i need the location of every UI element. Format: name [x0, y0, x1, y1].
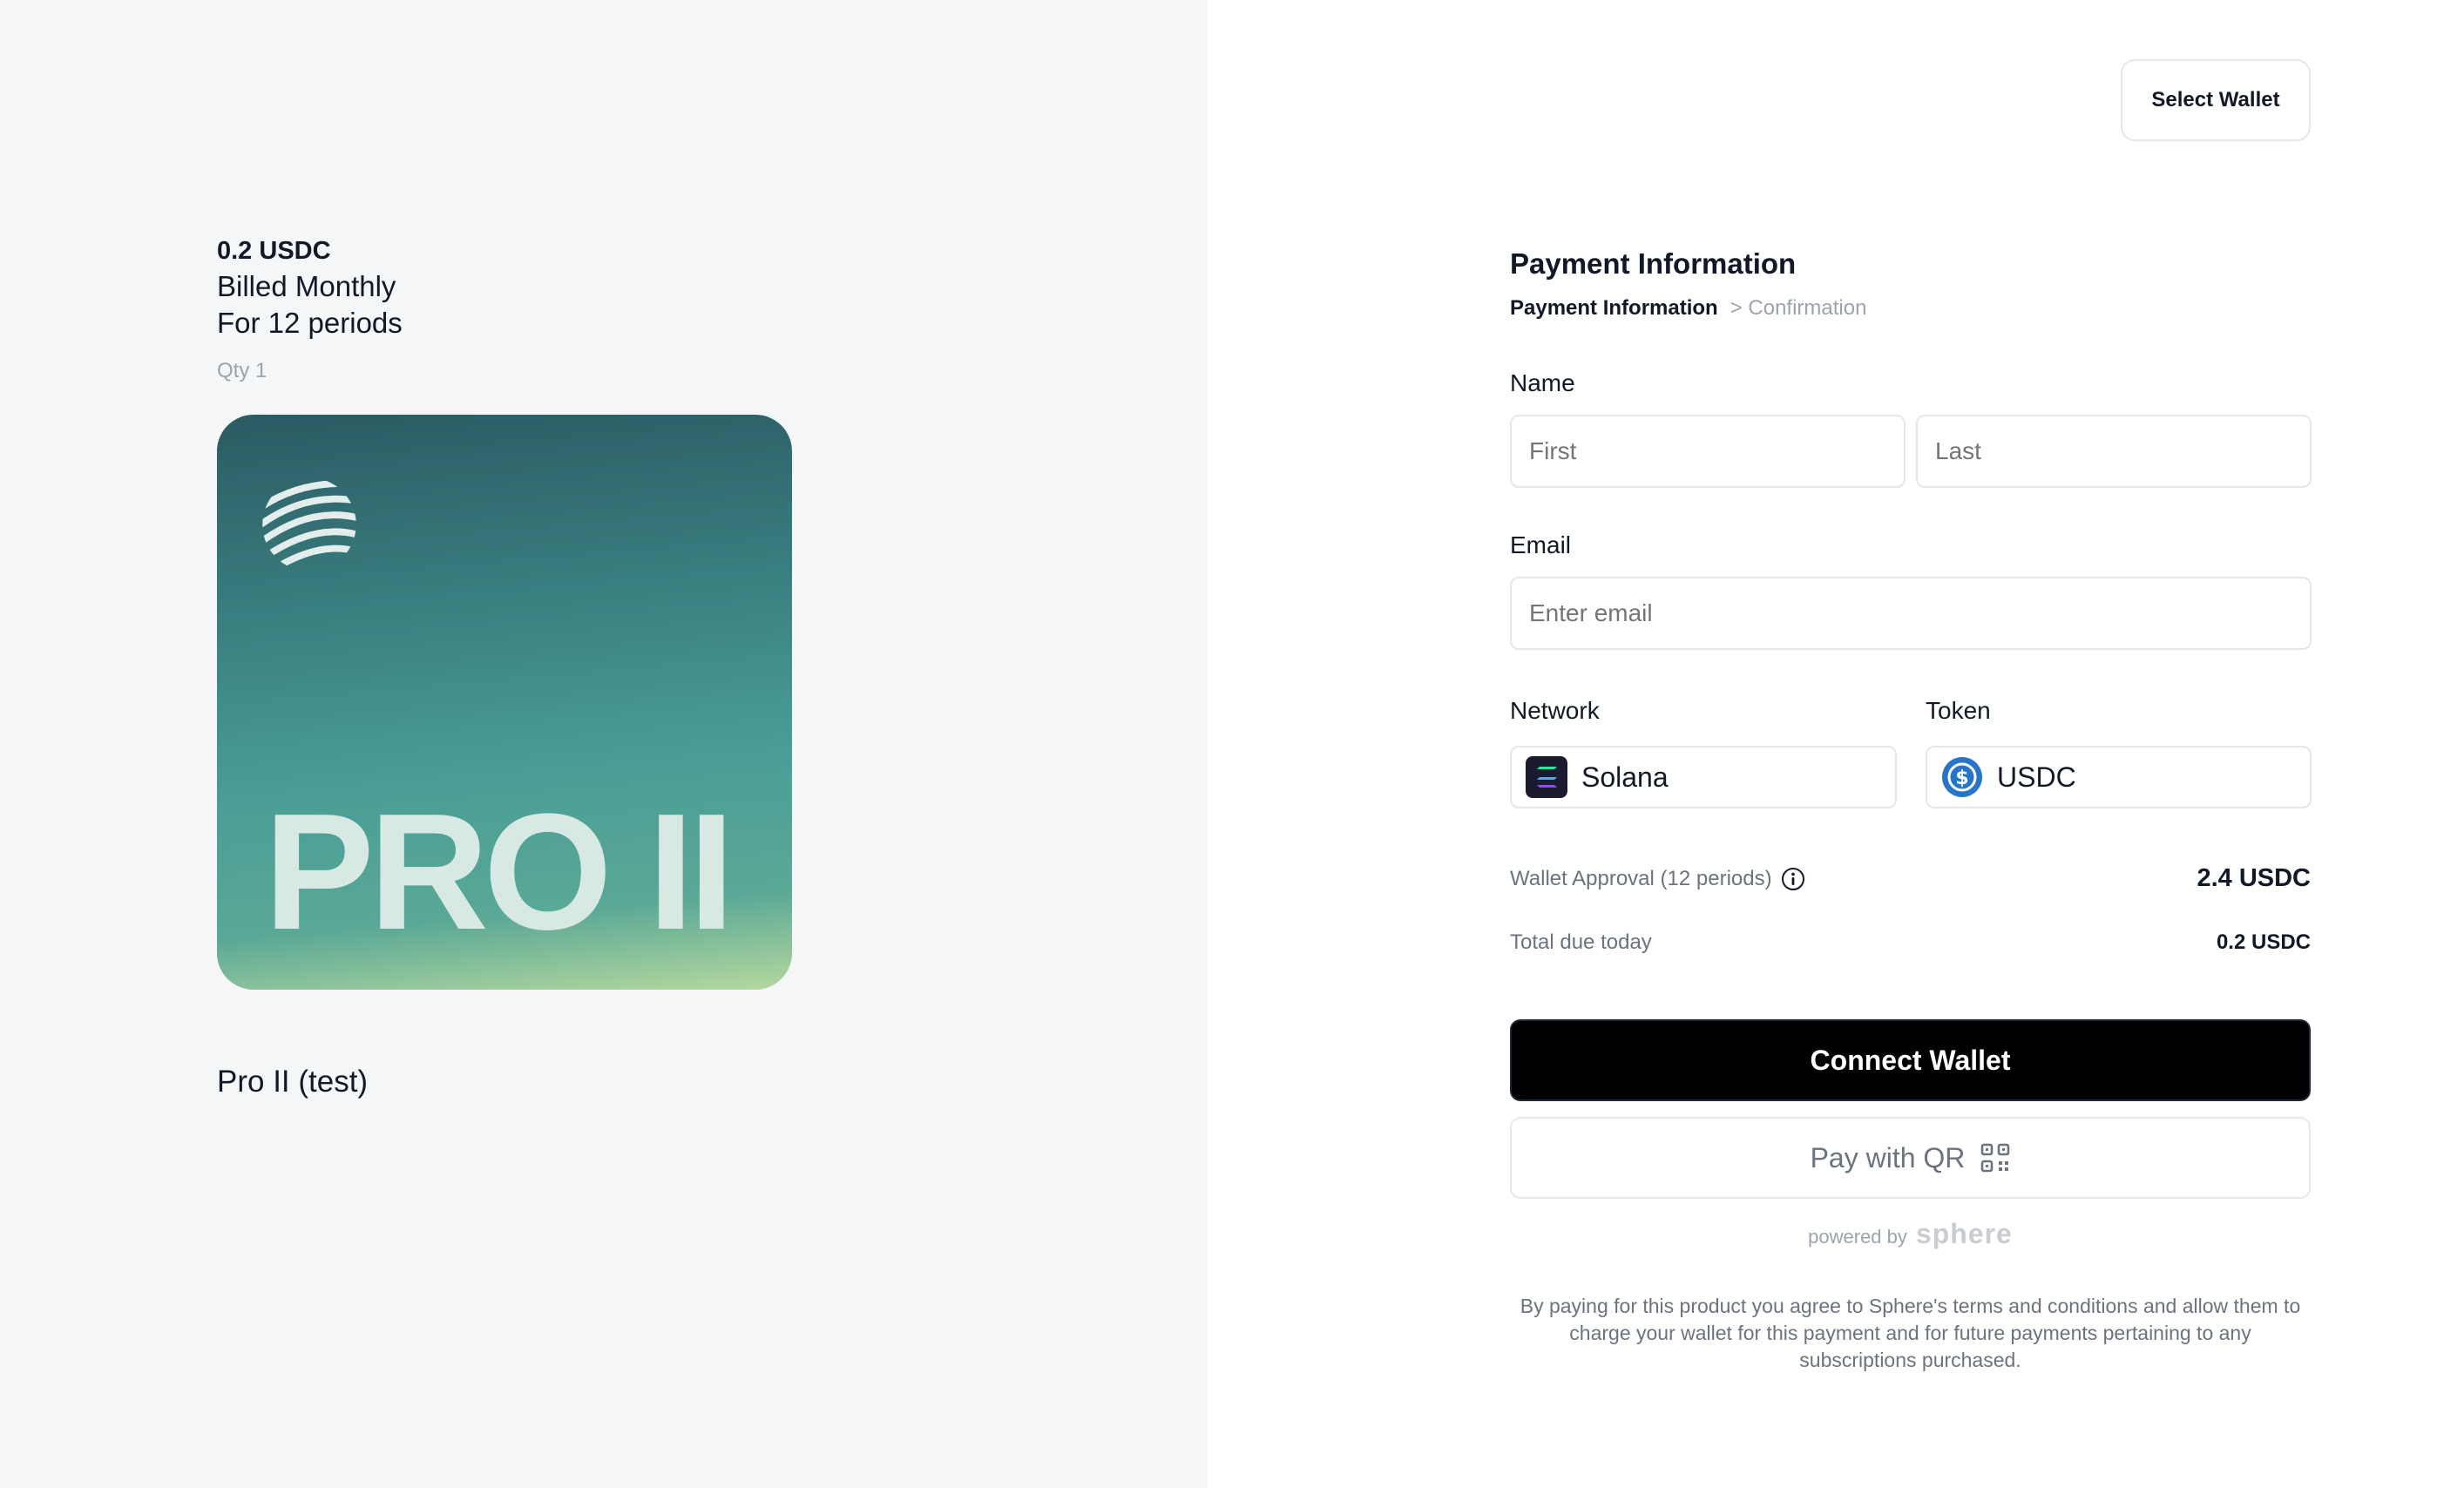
email-label: Email [1510, 531, 1572, 558]
name-label: Name [1510, 369, 1575, 396]
billing-frequency: Billed Monthly [217, 270, 396, 302]
checkout-panel [1208, 0, 2464, 1488]
token-label: Token [1926, 697, 1991, 724]
breadcrumb: Payment Information > Confirmation [1510, 296, 1866, 321]
quantity-text: Qty 1 [217, 359, 267, 382]
pay-with-qr-button[interactable]: Pay with QR [1510, 1117, 2311, 1199]
breadcrumb-confirmation: > Confirmation [1730, 296, 1867, 320]
powered-by: powered by sphere [1510, 1218, 2311, 1250]
qr-code-icon [1981, 1143, 2010, 1173]
first-name-input[interactable] [1510, 415, 1906, 488]
token-value: USDC [1997, 761, 2076, 793]
usdc-icon: $ [1942, 757, 1982, 797]
total-due-row: Total due today 0.2 USDC [1510, 930, 2311, 955]
svg-text:$: $ [1955, 768, 1968, 789]
powered-by-text: powered by [1808, 1226, 1907, 1248]
breadcrumb-payment-information: Payment Information [1510, 296, 1718, 320]
last-name-input[interactable] [1916, 415, 2312, 488]
sphere-logo-icon [262, 480, 356, 572]
token-select[interactable]: $ USDC [1926, 746, 2312, 808]
network-value: Solana [1581, 761, 1669, 793]
network-label: Network [1510, 697, 1600, 724]
total-due-label: Total due today [1510, 930, 1652, 954]
price-text: 0.2 USDC [217, 237, 331, 265]
total-due-value: 0.2 USDC [2216, 930, 2311, 954]
solana-icon [1526, 756, 1567, 798]
sphere-brand-logo[interactable]: sphere [1916, 1218, 2013, 1250]
form-title: Payment Information [1510, 247, 1797, 280]
wallet-approval-row: Wallet Approval (12 periods) 2.4 USDC [1510, 864, 2311, 893]
product-image: PRO II [217, 415, 792, 990]
product-name: Pro II (test) [217, 1065, 369, 1099]
product-summary-panel: 0.2 USDC Billed Monthly For 12 periods Q… [0, 0, 1208, 1488]
pay-with-qr-label: Pay with QR [1810, 1141, 1966, 1173]
network-select[interactable]: Solana [1510, 746, 1897, 808]
billing-terms: Billed Monthly For 12 periods [217, 268, 403, 342]
wallet-approval-label: Wallet Approval (12 periods) [1510, 866, 1772, 890]
info-icon[interactable] [1781, 867, 1805, 891]
connect-wallet-button[interactable]: Connect Wallet [1510, 1019, 2311, 1101]
email-input[interactable] [1510, 577, 2312, 650]
billing-periods: For 12 periods [217, 307, 403, 339]
product-image-text: PRO II [264, 780, 734, 964]
terms-text: By paying for this product you agree to … [1520, 1295, 2301, 1371]
select-wallet-button[interactable]: Select Wallet [2121, 59, 2311, 141]
wallet-approval-value: 2.4 USDC [2197, 864, 2311, 892]
